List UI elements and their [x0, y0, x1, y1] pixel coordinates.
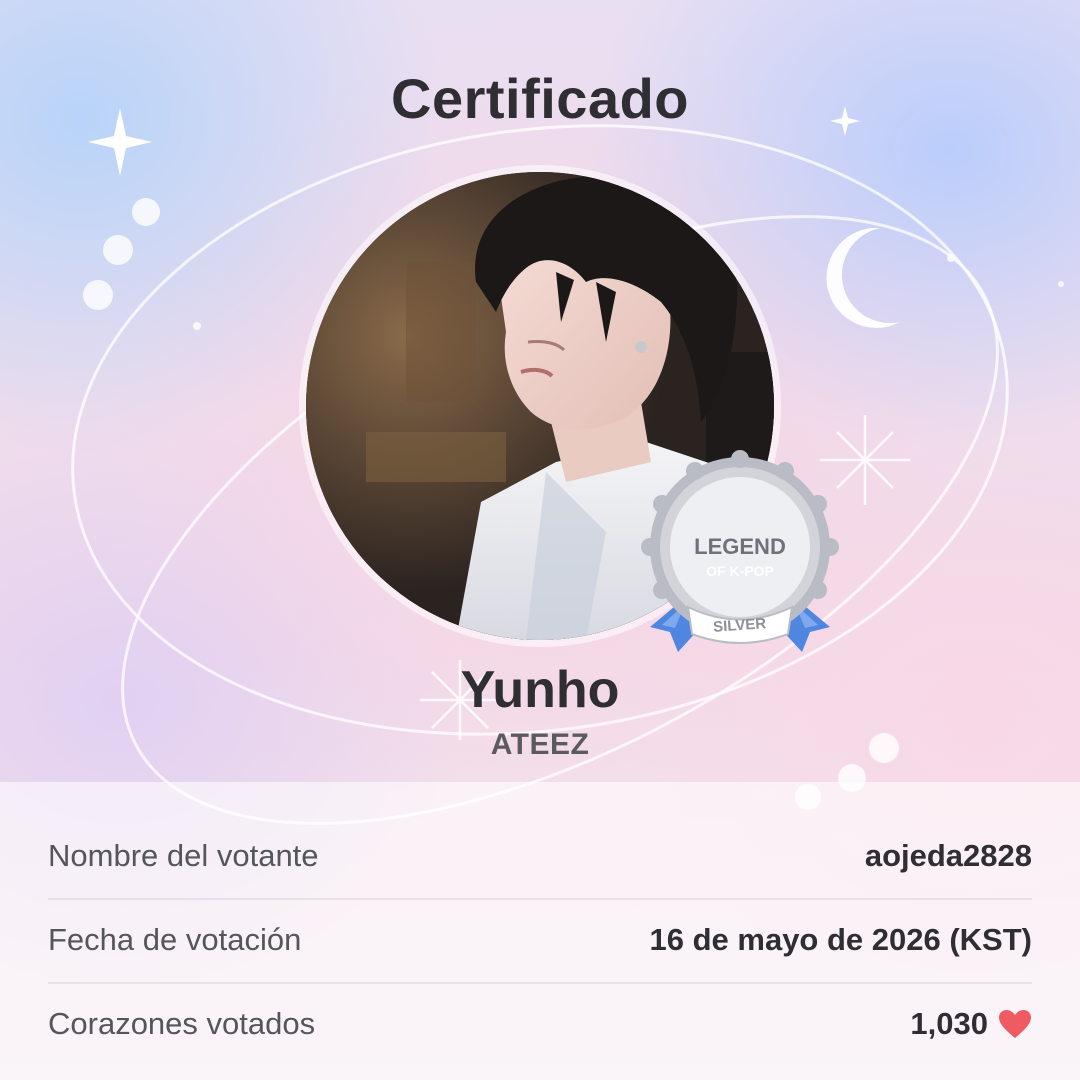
legend-badge: LEGEND OF K-POP SILVER: [640, 450, 840, 672]
orbit-dot: [103, 235, 133, 265]
hearts-value: 1,030: [910, 1006, 988, 1041]
voter-value: aojeda2828: [864, 838, 1032, 873]
heart-icon: [999, 1010, 1031, 1038]
artist-name: Yunho: [460, 661, 620, 719]
star-dot: [947, 254, 955, 262]
voter-label: Nombre del votante: [48, 838, 319, 873]
legend-medal-icon: LEGEND OF K-POP SILVER: [641, 450, 839, 652]
hearts-label: Corazones votados: [48, 1006, 316, 1041]
vote-info-panel: Nombre del votante aojeda2828 Fecha de v…: [0, 782, 1080, 1080]
certificate-title: Certificado: [391, 67, 689, 130]
orbit-dot: [132, 198, 160, 226]
star-dot: [1058, 281, 1064, 287]
badge-line2: OF K-POP: [706, 563, 774, 579]
star-dot: [193, 322, 201, 330]
artist-group: ATEEZ: [490, 728, 590, 761]
moon-icon: [826, 227, 900, 328]
date-value: 16 de mayo de 2026 (KST): [649, 922, 1033, 957]
voter-row: Nombre del votante aojeda2828: [48, 814, 1032, 900]
hearts-row: Corazones votados 1,030: [48, 982, 1032, 1066]
badge-line1: LEGEND: [694, 534, 786, 559]
orbit-dot: [83, 280, 113, 310]
date-row: Fecha de votación 16 de mayo de 2026 (KS…: [48, 898, 1032, 984]
certificate-card: Certificado LEGEND OF K-POP SILVER Yunho…: [0, 0, 1080, 1080]
date-label: Fecha de votación: [48, 922, 302, 957]
hearts-value-group: 1,030: [910, 1006, 1032, 1042]
